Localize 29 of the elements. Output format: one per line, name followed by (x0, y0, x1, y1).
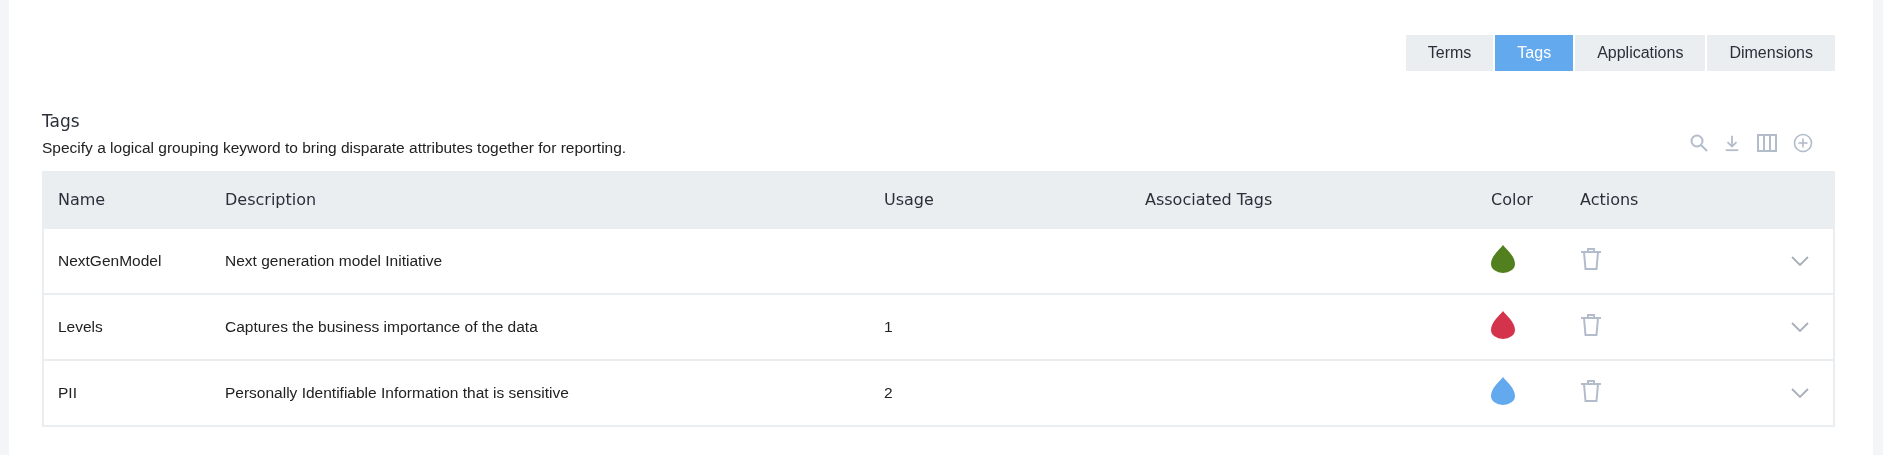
chevron-down-icon[interactable] (1791, 388, 1809, 398)
table-cell: PII (58, 384, 77, 401)
table-cell: Levels (58, 318, 103, 335)
section-title: Tags (42, 111, 80, 131)
columns-icon[interactable] (1755, 133, 1779, 153)
table-cell: NextGenModel (58, 252, 162, 269)
tab[interactable]: Dimensions (1707, 35, 1835, 71)
table-cell: Next generation model Initiative (225, 252, 443, 269)
chevron-down-icon[interactable] (1791, 256, 1809, 266)
table-cell: 2 (884, 384, 893, 401)
table-cell: Captures the business importance of the data (225, 318, 538, 335)
table-cell: Personally Identifiable Information that is sensitive (225, 384, 569, 401)
column-header: Name (58, 189, 106, 209)
column-header: Actions (1580, 189, 1639, 209)
tab[interactable]: Terms (1405, 35, 1494, 71)
add-icon[interactable] (1793, 133, 1813, 153)
section-description: Specify a logical grouping keyword to bring disparate attributes together for reporting. (42, 139, 627, 157)
chevron-down-icon[interactable] (1791, 322, 1809, 332)
column-header: Color (1491, 189, 1533, 209)
tab[interactable]: Applications (1575, 35, 1706, 71)
trash-icon[interactable] (1580, 313, 1602, 337)
download-icon[interactable] (1723, 133, 1741, 153)
trash-icon[interactable] (1580, 379, 1602, 403)
search-icon[interactable] (1689, 133, 1709, 153)
table-cell: 1 (884, 318, 893, 335)
column-header: Associated Tags (1145, 189, 1273, 209)
column-header: Description (225, 189, 317, 209)
trash-icon[interactable] (1580, 247, 1602, 271)
column-header: Usage (884, 189, 934, 209)
